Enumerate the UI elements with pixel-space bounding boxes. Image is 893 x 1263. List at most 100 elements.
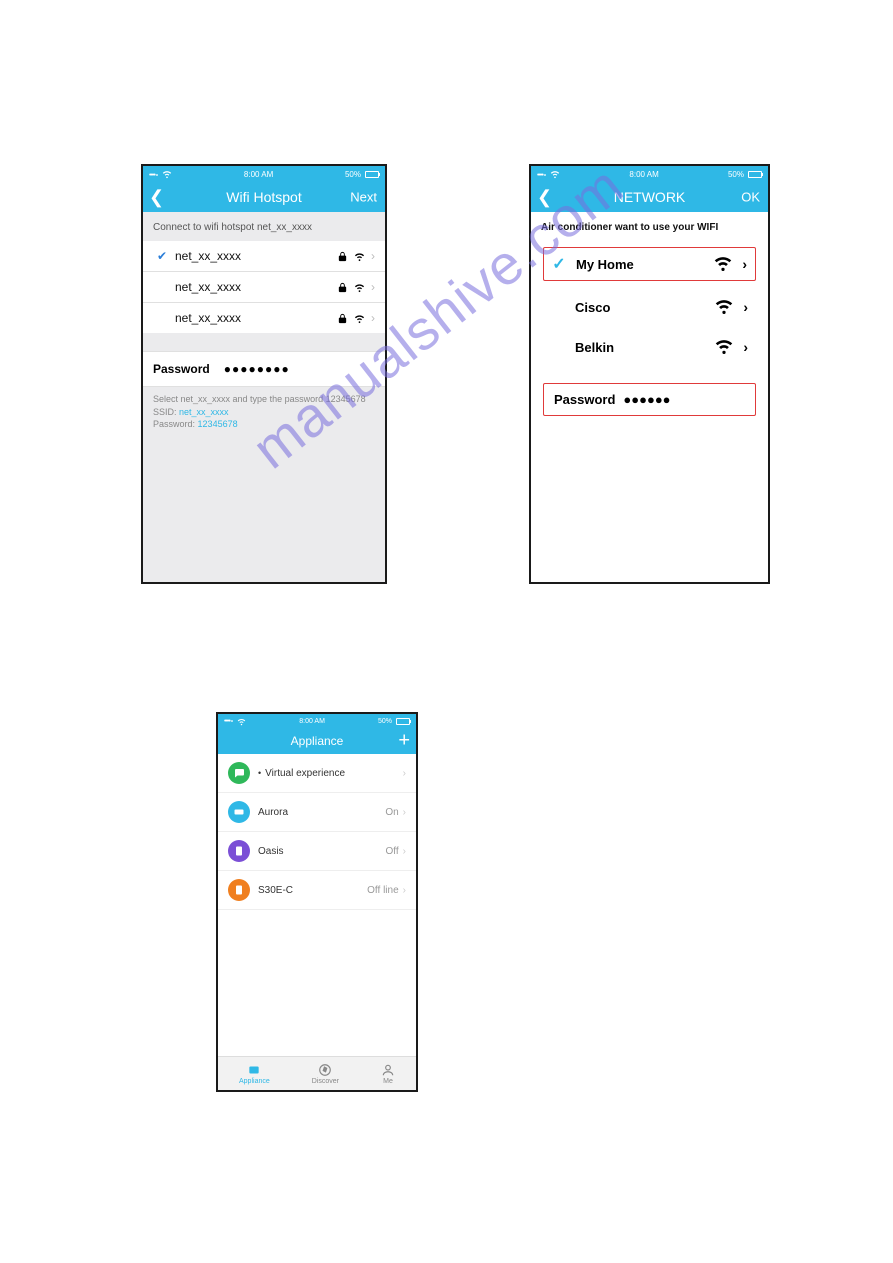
signal-dots-icon (224, 717, 233, 725)
appliance-status: On (385, 807, 398, 818)
phone-appliance: 8:00 AM 50% Appliance + •Virtual experie… (216, 712, 418, 1092)
password-value: ●●●●●●●● (224, 362, 290, 376)
chevron-right-icon: › (403, 807, 406, 818)
appliance-row[interactable]: •Virtual experience › (218, 754, 416, 793)
tab-label: Appliance (239, 1078, 270, 1085)
network-row[interactable]: Cisco › (543, 293, 756, 321)
battery-icon (365, 171, 379, 178)
appliance-row[interactable]: S30E-C Off line › (218, 871, 416, 910)
device-icon (228, 801, 250, 823)
chevron-right-icon: › (403, 846, 406, 857)
password-row[interactable]: Password ●●●●●● (543, 383, 756, 416)
wifi-name: net_xx_xxxx (171, 311, 337, 325)
appliance-name: Oasis (258, 846, 386, 857)
nav-title: NETWORK (614, 189, 686, 205)
wifi-row[interactable]: ✔ net_xx_xxxx › (143, 241, 385, 271)
hint-text: Select net_xx_xxxx and type the password… (143, 387, 385, 435)
chevron-right-icon: › (371, 249, 375, 263)
network-row-selected[interactable]: ✓ My Home › (543, 247, 756, 281)
lock-icon (337, 282, 348, 293)
password-label: Password (554, 392, 615, 407)
wifi-signal-icon (354, 282, 365, 293)
wifi-signal-icon (715, 300, 733, 314)
chevron-right-icon: › (403, 768, 406, 779)
status-time: 8:00 AM (299, 718, 325, 725)
appliance-name: •Virtual experience (258, 768, 403, 779)
appliance-row[interactable]: Aurora On › (218, 793, 416, 832)
wifi-name: net_xx_xxxx (171, 249, 337, 263)
password-label: Password (153, 362, 210, 376)
password-value: ●●●●●● (623, 392, 670, 407)
nav-bar: ❮ Wifi Hotspot Next (143, 182, 385, 212)
chevron-right-icon: › (743, 339, 748, 355)
chevron-right-icon: › (371, 311, 375, 325)
battery-percent: 50% (378, 718, 392, 725)
wifi-icon (237, 717, 246, 726)
appliance-row[interactable]: Oasis Off › (218, 832, 416, 871)
check-icon: ✓ (552, 254, 566, 274)
chevron-right-icon: › (403, 885, 406, 896)
battery-icon (396, 718, 410, 725)
tab-bar: Appliance Discover Me (218, 1056, 416, 1090)
chat-icon (228, 762, 250, 784)
tab-label: Me (383, 1078, 393, 1085)
tab-me[interactable]: Me (381, 1063, 395, 1085)
chevron-right-icon: › (742, 256, 747, 272)
nav-bar: ❮ NETWORK OK (531, 182, 768, 212)
wifi-icon (550, 169, 560, 179)
compass-icon (318, 1063, 332, 1077)
phone-network: 8:00 AM 50% ❮ NETWORK OK Air conditioner… (529, 164, 770, 584)
status-bar: 8:00 AM 50% (531, 166, 768, 182)
user-icon (381, 1063, 395, 1077)
chevron-right-icon: › (743, 299, 748, 315)
status-time: 8:00 AM (629, 170, 658, 179)
network-name: Cisco (575, 300, 610, 315)
back-button[interactable]: ❮ (537, 188, 552, 206)
next-button[interactable]: Next (350, 190, 377, 205)
wifi-icon (162, 169, 172, 179)
password-row[interactable]: Password ●●●●●●●● (143, 351, 385, 387)
network-name: My Home (576, 257, 634, 272)
nav-title: Appliance (291, 734, 344, 748)
wifi-signal-icon (354, 313, 365, 324)
device-icon (228, 840, 250, 862)
lock-icon (337, 251, 348, 262)
tab-appliance[interactable]: Appliance (239, 1063, 270, 1085)
tab-discover[interactable]: Discover (312, 1063, 339, 1085)
wifi-signal-icon (715, 340, 733, 354)
appliance-name: Aurora (258, 807, 385, 818)
battery-percent: 50% (345, 170, 361, 179)
nav-bar: Appliance + (218, 728, 416, 754)
signal-dots-icon (537, 170, 546, 179)
lock-icon (337, 313, 348, 324)
check-icon: ✔ (153, 249, 171, 263)
status-time: 8:00 AM (244, 170, 273, 179)
appliance-status: Off (386, 846, 399, 857)
network-row[interactable]: Belkin › (543, 333, 756, 361)
network-message: Air conditioner want to use your WIFI (531, 212, 768, 247)
appliance-tab-icon (247, 1063, 261, 1077)
add-button[interactable]: + (398, 730, 410, 753)
appliance-name: S30E-C (258, 885, 367, 896)
status-bar: 8:00 AM 50% (218, 714, 416, 728)
wifi-name: net_xx_xxxx (171, 280, 337, 294)
wifi-signal-icon (714, 257, 732, 271)
wifi-signal-icon (354, 251, 365, 262)
battery-icon (748, 171, 762, 178)
nav-title: Wifi Hotspot (226, 189, 301, 205)
ok-button[interactable]: OK (741, 190, 760, 205)
appliance-list: •Virtual experience › Aurora On › Oasis … (218, 754, 416, 1056)
status-bar: 8:00 AM 50% (143, 166, 385, 182)
wifi-list: ✔ net_xx_xxxx › net_xx_xxxx › (143, 241, 385, 333)
wifi-row[interactable]: net_xx_xxxx › (143, 271, 385, 302)
device-icon (228, 879, 250, 901)
tab-label: Discover (312, 1078, 339, 1085)
battery-percent: 50% (728, 170, 744, 179)
back-button[interactable]: ❮ (149, 188, 164, 206)
network-name: Belkin (575, 340, 614, 355)
wifi-row[interactable]: net_xx_xxxx › (143, 302, 385, 333)
phone-wifi-hotspot: 8:00 AM 50% ❮ Wifi Hotspot Next Connect … (141, 164, 387, 584)
connect-message: Connect to wifi hotspot net_xx_xxxx (143, 212, 385, 241)
appliance-status: Off line (367, 885, 399, 896)
signal-dots-icon (149, 170, 158, 179)
